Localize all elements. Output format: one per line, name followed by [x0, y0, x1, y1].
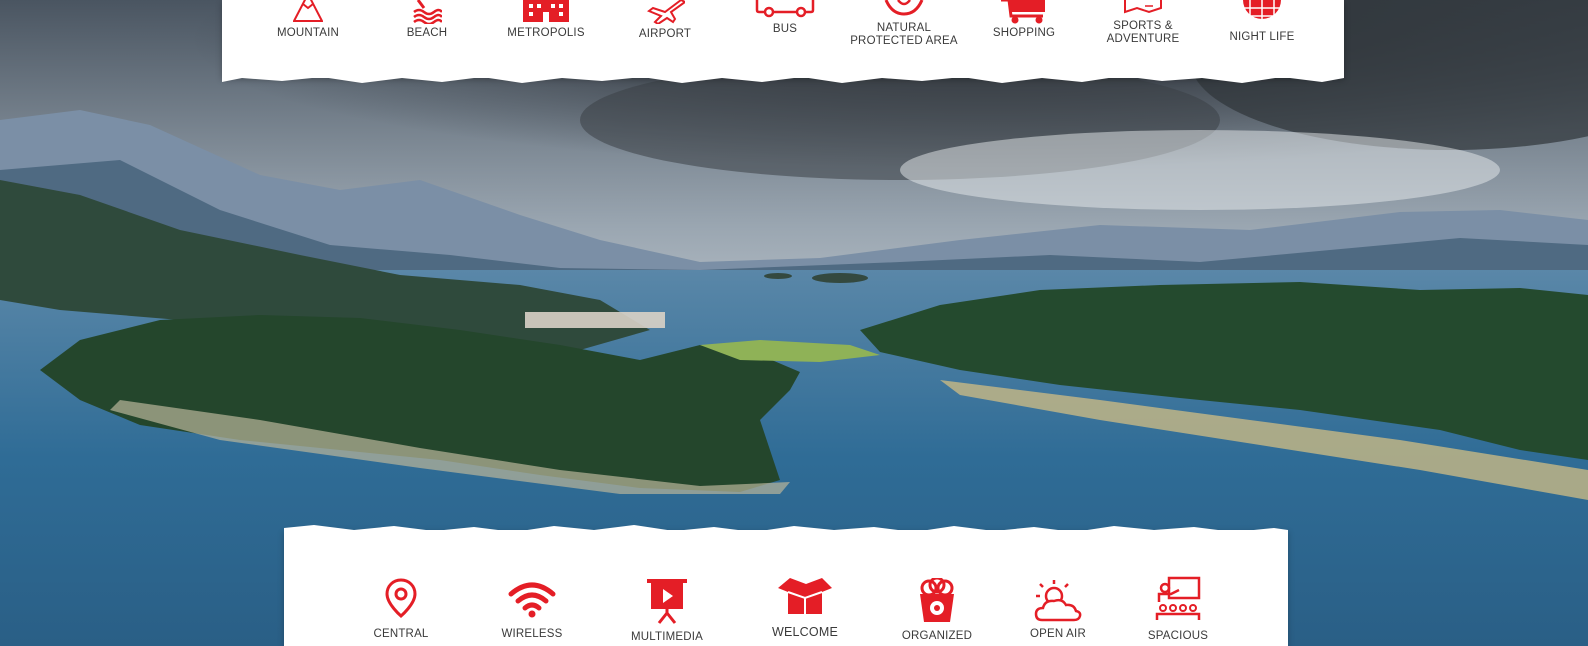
feature-sports-adventure: SPORTS & ADVENTURE: [1078, 0, 1208, 46]
feature-label: BEACH: [406, 27, 448, 39]
torn-edge-bottom: [284, 525, 1288, 534]
classroom-icon: [1155, 576, 1201, 620]
popcorn-icon: [920, 578, 954, 622]
feature-shopping: SHOPPING: [959, 0, 1089, 40]
airplane-icon: [647, 0, 685, 24]
shopping-cart-icon: [1001, 0, 1045, 24]
feature-beach: BEACH: [362, 0, 492, 40]
feature-label: SPORTS & ADVENTURE: [1106, 20, 1180, 45]
feature-open-air: OPEN AIR: [993, 580, 1123, 641]
projector-screen-icon: [647, 579, 687, 624]
feature-label: NIGHT LIFE: [1229, 31, 1295, 43]
sun-cloud-icon: [1034, 580, 1082, 622]
feature-label: ORGANIZED: [901, 630, 973, 642]
feature-airport: AIRPORT: [600, 0, 730, 41]
feature-label: MOUNTAIN: [276, 27, 340, 39]
feature-label: SHOPPING: [992, 27, 1056, 39]
feature-label: NATURAL PROTECTED AREA: [850, 22, 958, 47]
leaf-hands-icon: [884, 0, 924, 16]
bus-icon: [755, 0, 815, 18]
feature-label: SPACIOUS: [1147, 630, 1209, 642]
mountain-icon: [293, 0, 323, 22]
feature-spacious: SPACIOUS: [1113, 576, 1243, 643]
feature-label: OPEN AIR: [1030, 628, 1086, 640]
feature-night-life: NIGHT LIFE: [1197, 0, 1327, 44]
wifi-icon: [508, 582, 556, 618]
feature-label: AIRPORT: [638, 28, 692, 40]
open-box-icon: [778, 578, 832, 614]
feature-mountain: MOUNTAIN: [243, 0, 373, 40]
torn-edge-top: [222, 74, 1344, 83]
feature-multimedia: MULTIMEDIA: [602, 579, 732, 644]
feature-label: BUS: [772, 23, 798, 35]
feature-natural-protected-area: NATURAL PROTECTED AREA: [839, 0, 969, 48]
bottom-features-strip: CENTRAL WIRELESS MULTIMEDIA WELCOME ORGA…: [284, 525, 1288, 646]
feature-label: METROPOLIS: [507, 27, 585, 39]
beach-icon: [413, 0, 442, 24]
feature-label: CENTRAL: [373, 628, 429, 640]
top-features-strip: MOUNTAIN BEACH METROPOLIS AIRPORT BUS NA…: [222, 0, 1344, 83]
feature-label: MULTIMEDIA: [630, 631, 704, 643]
feature-label: WELCOME: [772, 625, 838, 639]
disco-ball-icon: [1243, 0, 1281, 26]
map-icon: [1124, 0, 1162, 14]
feature-wireless: WIRELESS: [467, 582, 597, 641]
feature-metropolis: METROPOLIS: [481, 0, 611, 40]
feature-label: WIRELESS: [501, 628, 563, 640]
feature-organized: ORGANIZED: [872, 578, 1002, 643]
feature-bus: BUS: [720, 0, 850, 36]
feature-welcome: WELCOME: [740, 576, 870, 639]
building-icon: [523, 0, 569, 22]
location-pin-icon: [385, 578, 417, 618]
feature-central: CENTRAL: [336, 578, 466, 641]
